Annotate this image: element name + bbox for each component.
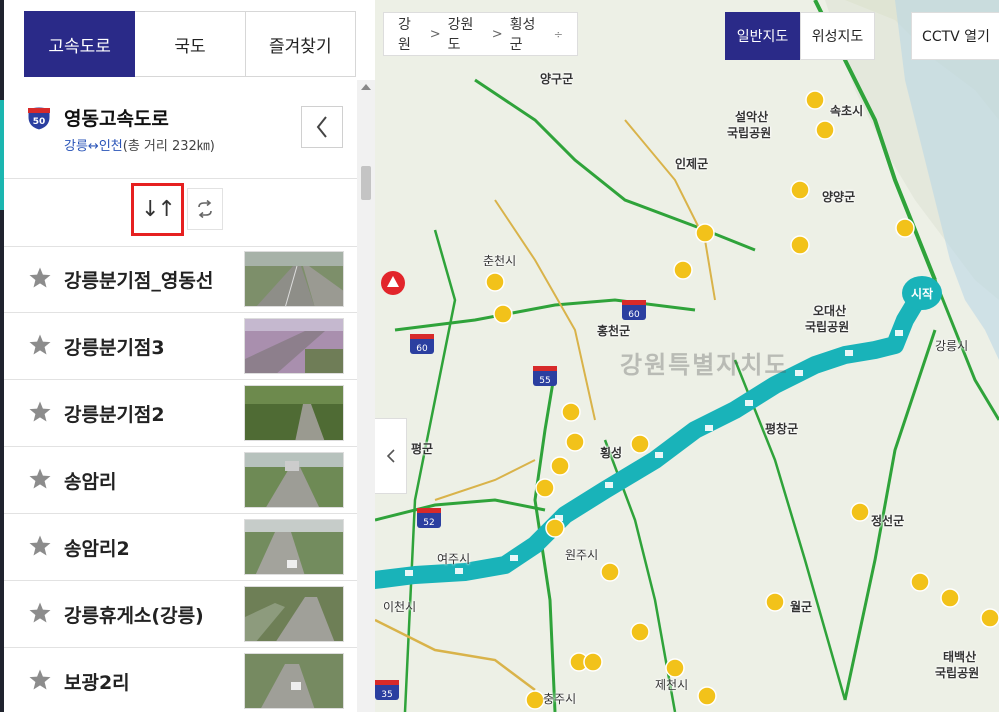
map-label: 원주시 <box>565 548 599 562</box>
breadcrumb-level3[interactable]: 횡성군 <box>510 14 547 54</box>
region-name: 강원특별자치도 <box>620 351 789 379</box>
map-label: 충주시 <box>543 692 577 706</box>
refresh-icon <box>198 200 212 218</box>
list-scrollbar[interactable] <box>357 80 375 712</box>
map-label: 홍천군 <box>597 324 631 338</box>
favorite-star-icon[interactable] <box>28 266 52 290</box>
favorite-star-icon[interactable] <box>28 534 52 558</box>
expressway-shield-icon: 50 <box>27 106 51 131</box>
breadcrumb: 강원 > 강원도 > 횡성군 ÷ <box>383 12 578 56</box>
map-label: 속초시 <box>830 104 864 118</box>
normal-map-button[interactable]: 일반지도 <box>725 12 800 60</box>
cctv-name: 강릉분기점3 <box>64 337 165 359</box>
route-end: 인천 <box>98 139 123 154</box>
map-label: 국립공원 <box>805 320 850 334</box>
cctv-list: 강릉분기점_영동선 강릉분기점3 강릉분기점2 송암리 송암리2 강릉휴게소(강… <box>4 246 357 712</box>
cctv-thumbnail[interactable] <box>244 385 344 441</box>
favorite-star-icon[interactable] <box>28 333 52 357</box>
back-button[interactable] <box>301 106 343 148</box>
breadcrumb-separator: > <box>491 26 503 42</box>
cctv-side-panel: 고속도로 국도 즐겨찾기 50 영동고속도로 강릉↔인천(총 거리 232㎞) … <box>4 0 375 712</box>
map-label: 횡성 <box>600 446 623 460</box>
map-label: 강릉시 <box>935 339 969 353</box>
map-label: 춘천시 <box>483 254 517 268</box>
favorite-star-icon[interactable] <box>28 601 52 625</box>
map-label: 평창군 <box>765 422 799 436</box>
route-arrow: ↔ <box>87 139 99 154</box>
cctv-thumbnail[interactable] <box>244 519 344 575</box>
list-item[interactable]: 송암리2 <box>4 514 357 581</box>
list-item[interactable]: 송암리 <box>4 447 357 514</box>
map-type-toggle: 일반지도 위성지도 <box>725 12 875 60</box>
favorite-star-icon[interactable] <box>28 668 52 692</box>
route-distance: (총 거리 232㎞) <box>122 139 215 154</box>
map-label: 이천시 <box>383 600 417 614</box>
chevron-left-icon <box>386 449 395 463</box>
breadcrumb-more-icon[interactable]: ÷ <box>554 28 563 41</box>
panel-collapse-button[interactable] <box>375 418 407 494</box>
svg-text:52: 52 <box>423 518 434 528</box>
favorite-star-icon[interactable] <box>28 467 52 491</box>
accident-warning-icon[interactable] <box>381 271 405 295</box>
breadcrumb-separator: > <box>429 26 441 42</box>
svg-text:60: 60 <box>416 344 428 354</box>
list-item[interactable]: 강릉분기점2 <box>4 380 357 447</box>
breadcrumb-level1[interactable]: 강원 <box>398 14 423 54</box>
scroll-up-icon[interactable] <box>361 84 371 90</box>
road-type-tabs: 고속도로 국도 즐겨찾기 <box>24 11 356 77</box>
cctv-thumbnail[interactable] <box>244 586 344 642</box>
svg-text:55: 55 <box>539 376 550 386</box>
map-label: 평군 <box>411 442 434 456</box>
cctv-name: 보광2리 <box>64 672 130 694</box>
map-view[interactable]: 60 60 55 52 35 강원특별자치도 시작 양구군 속초시 설악산 국립… <box>375 0 999 712</box>
road-header: 50 영동고속도로 강릉↔인천(총 거리 232㎞) <box>4 92 357 179</box>
route-start: 강릉 <box>64 139 88 154</box>
map-label: 제천시 <box>655 678 689 692</box>
cctv-thumbnail[interactable] <box>244 452 344 508</box>
favorite-star-icon[interactable] <box>28 400 52 424</box>
cctv-thumbnail[interactable] <box>244 251 344 307</box>
shield-number: 50 <box>33 117 46 127</box>
cctv-open-button[interactable]: CCTV 열기 <box>911 12 999 60</box>
map-label: 정선군 <box>871 514 905 528</box>
map-label: 태백산 <box>943 650 977 664</box>
road-route: 강릉↔인천(총 거리 232㎞) <box>64 135 215 154</box>
satellite-map-button[interactable]: 위성지도 <box>800 12 875 60</box>
list-item[interactable]: 강릉분기점3 <box>4 313 357 380</box>
cctv-name: 송암리2 <box>64 538 130 560</box>
breadcrumb-level2[interactable]: 강원도 <box>448 14 485 54</box>
list-tools: ↓↑ <box>4 178 357 247</box>
cctv-name: 강릉휴게소(강릉) <box>64 605 204 627</box>
cctv-thumbnail[interactable] <box>244 653 344 709</box>
map-label: 국립공원 <box>727 126 772 140</box>
map-label: 설악산 <box>735 110 769 124</box>
map-label: 오대산 <box>813 304 847 318</box>
tab-national-road[interactable]: 국도 <box>135 11 246 77</box>
map-label: 월군 <box>790 600 813 614</box>
sort-arrows-icon: ↓↑ <box>141 197 176 222</box>
chevron-left-icon <box>316 116 327 138</box>
cctv-thumbnail[interactable] <box>244 318 344 374</box>
cctv-name: 강릉분기점2 <box>64 404 165 426</box>
scrollbar-thumb[interactable] <box>361 166 371 200</box>
svg-text:35: 35 <box>381 690 392 700</box>
reverse-direction-button[interactable]: ↓↑ <box>131 183 184 236</box>
list-item[interactable]: 강릉분기점_영동선 <box>4 246 357 313</box>
list-item[interactable]: 보광2리 <box>4 648 357 712</box>
refresh-button[interactable] <box>187 188 223 230</box>
map-label: 여주시 <box>437 552 471 566</box>
cctv-name: 송암리 <box>64 471 117 493</box>
svg-text:60: 60 <box>628 310 640 320</box>
map-label: 양구군 <box>540 72 574 86</box>
list-item[interactable]: 강릉휴게소(강릉) <box>4 581 357 648</box>
road-name: 영동고속도로 <box>64 108 169 130</box>
tab-expressway[interactable]: 고속도로 <box>24 11 136 77</box>
map-label: 인제군 <box>675 157 709 171</box>
map-label: 국립공원 <box>935 666 980 680</box>
tab-favorites[interactable]: 즐겨찾기 <box>245 11 356 77</box>
map-label: 양양군 <box>822 190 856 204</box>
cctv-name: 강릉분기점_영동선 <box>64 270 214 292</box>
route-start-badge[interactable]: 시작 <box>902 276 942 310</box>
